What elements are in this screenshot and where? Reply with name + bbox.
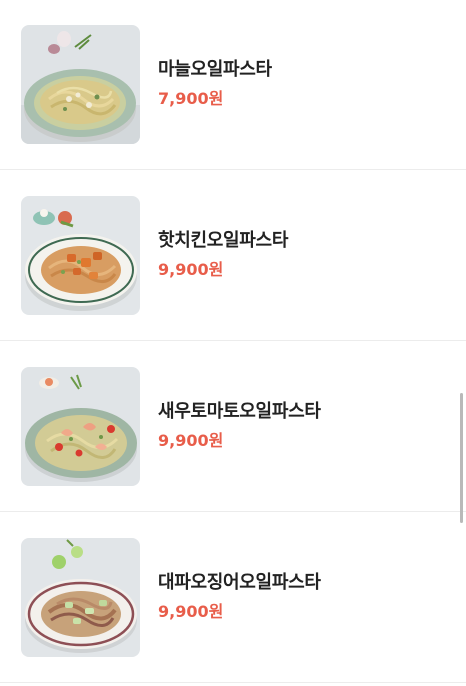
menu-item-photo xyxy=(21,196,140,315)
menu-list: 마늘오일파스타 7,900원 핫치킨오일파스타 9,900원 새우토마토오일파스… xyxy=(0,0,466,683)
menu-item-name: 핫치킨오일파스타 xyxy=(158,230,289,251)
menu-item-photo xyxy=(21,25,140,144)
menu-item-price: 7,900원 xyxy=(158,89,224,108)
menu-item-info: 마늘오일파스타 7,900원 xyxy=(158,59,272,109)
menu-item-photo xyxy=(21,538,140,657)
menu-item[interactable]: 핫치킨오일파스타 9,900원 xyxy=(0,170,466,341)
menu-item[interactable]: 새우토마토오일파스타 9,900원 xyxy=(0,341,466,512)
menu-item-info: 핫치킨오일파스타 9,900원 xyxy=(158,230,288,280)
menu-item-name: 새우토마토오일파스타 xyxy=(158,401,321,422)
menu-item-name: 마늘오일파스타 xyxy=(158,59,272,80)
scrollbar[interactable] xyxy=(460,393,463,523)
menu-item-info: 새우토마토오일파스타 9,900원 xyxy=(158,401,321,451)
menu-item[interactable]: 마늘오일파스타 7,900원 xyxy=(0,0,466,170)
menu-item-price: 9,900원 xyxy=(158,431,224,450)
menu-item-name: 대파오징어오일파스타 xyxy=(158,572,321,593)
menu-item-price: 9,900원 xyxy=(158,602,224,621)
menu-item-price: 9,900원 xyxy=(158,260,224,279)
menu-item-photo xyxy=(21,367,140,486)
menu-item-info: 대파오징어오일파스타 9,900원 xyxy=(158,572,321,622)
menu-item[interactable]: 대파오징어오일파스타 9,900원 xyxy=(0,512,466,683)
